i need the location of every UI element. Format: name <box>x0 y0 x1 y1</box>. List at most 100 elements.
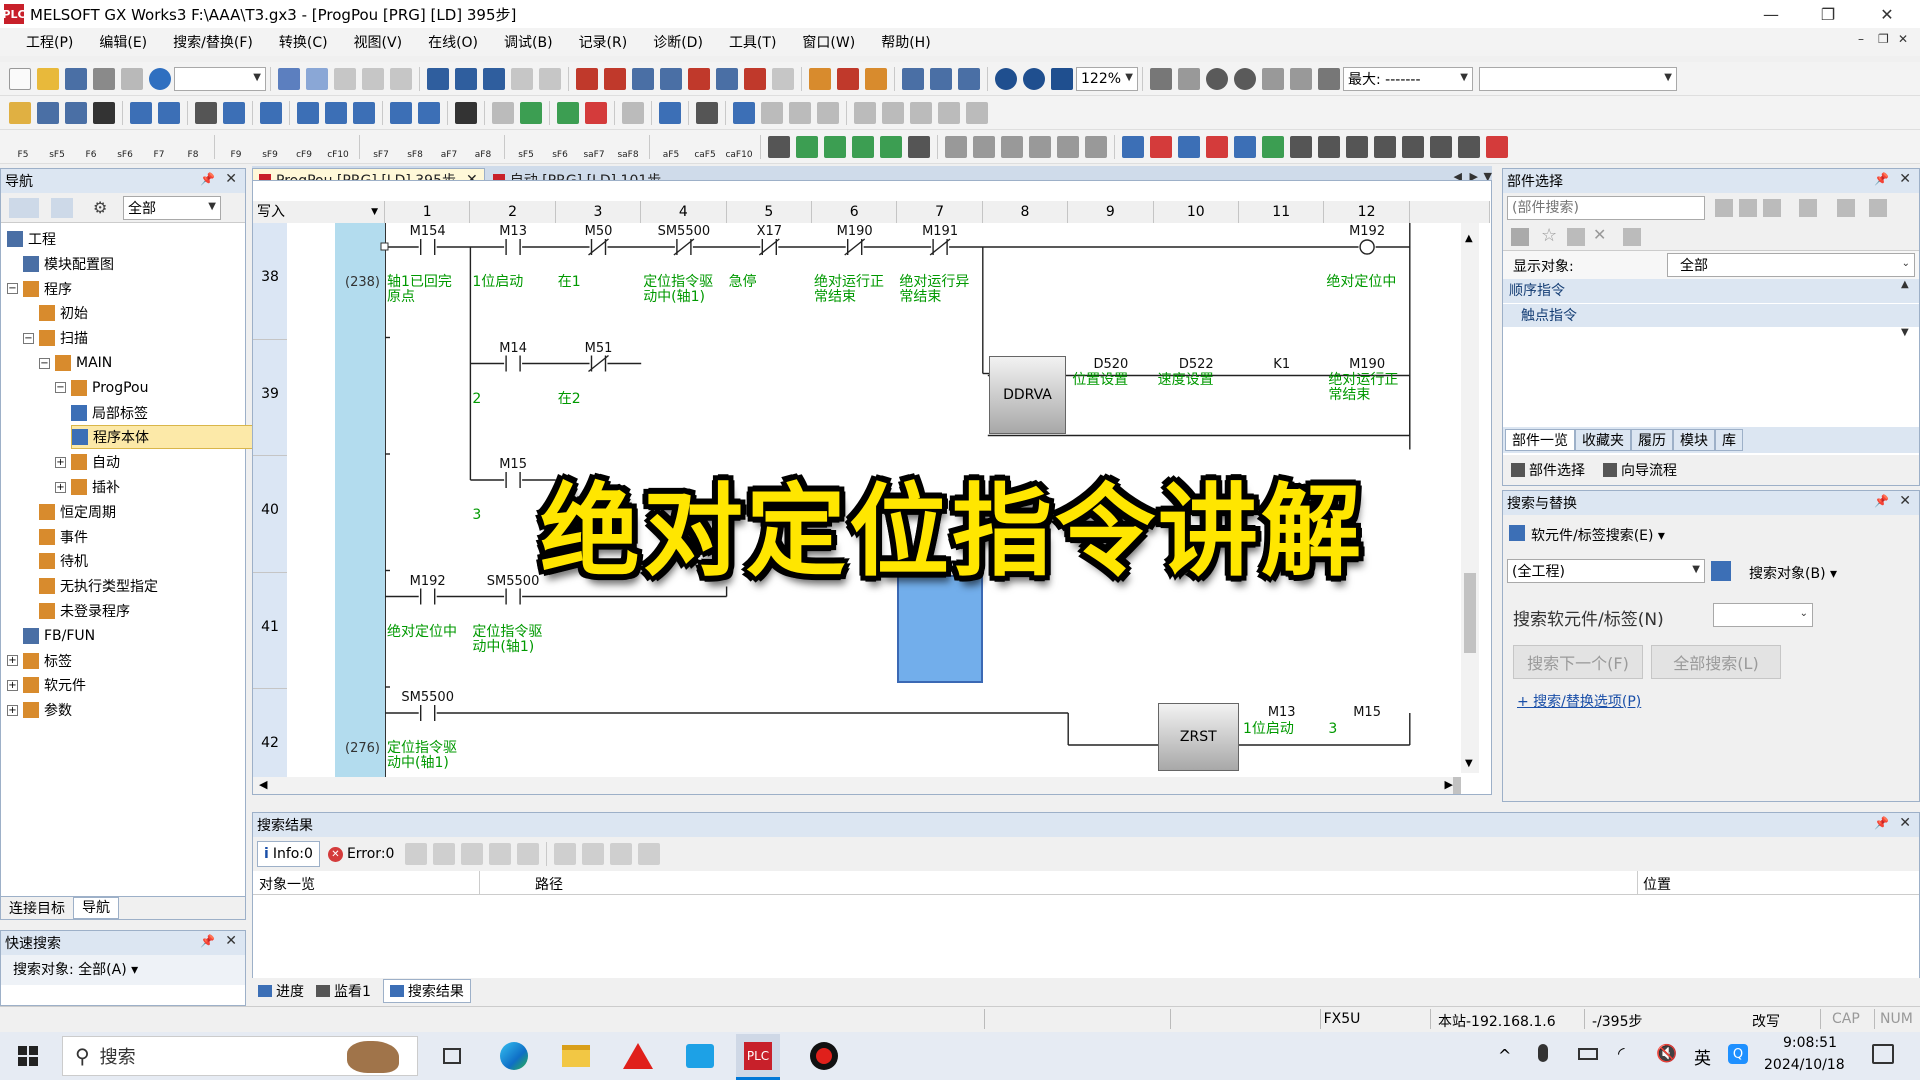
simulation-icon[interactable] <box>660 67 682 90</box>
star-icon[interactable]: ☆ <box>1541 225 1557 246</box>
rung-add-icon[interactable] <box>796 135 818 158</box>
display-note-icon[interactable] <box>353 101 375 124</box>
tree-item[interactable]: 未登录程序 <box>39 599 130 623</box>
check-icon[interactable] <box>1206 67 1228 90</box>
device-combo[interactable]: ▼ <box>174 66 266 91</box>
online-status-icon[interactable] <box>1150 67 1172 90</box>
find-next-button[interactable]: 搜索下一个(F) <box>1513 645 1643 679</box>
contact-device[interactable]: M192 <box>385 574 470 589</box>
instruction-operand[interactable]: D522 <box>1154 357 1239 372</box>
microphone-icon[interactable] <box>1538 1044 1548 1062</box>
tree-view-icon[interactable] <box>9 198 39 218</box>
split-view-icon[interactable] <box>1290 135 1312 158</box>
tree-item[interactable]: 恒定周期 <box>39 500 116 524</box>
convert-all-icon[interactable] <box>958 67 980 90</box>
jump-first-icon[interactable] <box>405 843 428 865</box>
remote-desktop-icon[interactable] <box>684 1040 716 1072</box>
align-left-icon[interactable] <box>1122 135 1144 158</box>
delete-horizontal-button[interactable]: cF9 <box>291 133 317 160</box>
ddrva-instruction[interactable]: DDRVA <box>988 355 1067 434</box>
copy-icon[interactable] <box>582 843 605 865</box>
bookmark-icon[interactable] <box>492 101 514 124</box>
tree-expander-icon[interactable]: − <box>55 382 66 394</box>
instruction-button[interactable]: F8 <box>180 133 206 160</box>
vertical-scroll-thumb[interactable] <box>1464 573 1476 653</box>
layout-e-icon[interactable] <box>966 101 988 124</box>
menu-convert[interactable]: 转换(C) <box>267 32 340 52</box>
align-right-icon[interactable] <box>1150 135 1172 158</box>
vertical-line-button[interactable]: sF9 <box>257 133 283 160</box>
vertical-scrollbar[interactable]: ▲ ▼ <box>1461 223 1479 773</box>
batch-replace-icon[interactable] <box>789 101 811 124</box>
statement-edit-icon[interactable] <box>973 135 995 158</box>
monitor-stop-icon[interactable] <box>604 67 626 90</box>
rung-copy-icon[interactable] <box>880 135 902 158</box>
jump-icon[interactable] <box>455 101 477 124</box>
module-config-icon[interactable] <box>37 101 59 124</box>
write-to-plc-icon[interactable] <box>455 67 477 90</box>
subtab-wizard[interactable]: 向导流程 <box>1621 460 1677 480</box>
pin-icon[interactable]: 📌 <box>200 934 215 948</box>
close-icon[interactable]: ✕ <box>225 933 237 949</box>
paste-icon[interactable] <box>610 843 633 865</box>
contact-device[interactable]: M191 <box>897 224 982 239</box>
tree-expander-icon[interactable]: + <box>55 456 66 468</box>
tab-connection-target[interactable]: 连接目标 <box>1 898 73 918</box>
tree-expander-icon[interactable]: + <box>7 655 18 667</box>
contact-device[interactable]: X17 <box>727 224 812 239</box>
watch-start-icon[interactable] <box>837 67 859 90</box>
tree-item[interactable]: 无执行类型指定 <box>39 574 158 598</box>
col-position[interactable]: 位置 <box>1643 874 1671 894</box>
tab-history[interactable]: 履历 <box>1631 429 1673 451</box>
tree-item[interactable]: + 自动 <box>55 450 120 474</box>
tree-item[interactable]: + 软元件 <box>7 673 86 697</box>
scope-settings-icon[interactable] <box>1711 561 1731 581</box>
project-tree-icon[interactable] <box>9 101 31 124</box>
tree-item[interactable]: − ProgPou <box>55 376 148 400</box>
search-target-dropdown[interactable]: 搜索对象(B) ▾ <box>1749 563 1837 583</box>
gx-works3-taskbar-icon[interactable]: PLC <box>736 1034 780 1080</box>
menu-project[interactable]: 工程(P) <box>14 32 85 52</box>
falling-pulse-button[interactable]: sF8 <box>402 133 428 160</box>
pin-icon[interactable]: 📌 <box>200 172 215 186</box>
tree-item[interactable]: FB/FUN <box>23 624 95 648</box>
instruction-operand[interactable]: M15 <box>1324 705 1409 720</box>
task-view-icon[interactable] <box>436 1040 468 1072</box>
adobe-acrobat-icon[interactable] <box>622 1040 654 1072</box>
layout-d-icon[interactable] <box>938 101 960 124</box>
help-icon[interactable] <box>149 67 171 90</box>
online-write-icon[interactable] <box>539 67 561 90</box>
inline-edit-icon[interactable] <box>622 101 644 124</box>
buffer-memory-icon[interactable] <box>223 101 245 124</box>
subtab-parts-select[interactable]: 部件选择 <box>1529 460 1585 480</box>
pin-icon[interactable]: 📌 <box>1874 494 1889 508</box>
find-instruction-icon[interactable] <box>418 101 440 124</box>
search-icon[interactable] <box>733 101 755 124</box>
search-next-icon[interactable] <box>1763 199 1781 217</box>
cross-reference-icon[interactable] <box>902 67 924 90</box>
quick-search-target[interactable]: 搜索对象: 全部(A) ▾ <box>1 955 245 985</box>
menu-edit[interactable]: 编辑(E) <box>87 32 159 52</box>
display-comment-icon[interactable] <box>297 101 319 124</box>
tab-navigation[interactable]: 导航 <box>73 897 119 919</box>
contact-device[interactable]: SM5500 <box>641 224 726 239</box>
breakpoint-icon[interactable] <box>1486 135 1508 158</box>
change-contact-icon[interactable] <box>817 101 839 124</box>
close-icon[interactable]: ✕ <box>1899 171 1911 187</box>
tab-favorites[interactable]: 收藏夹 <box>1575 429 1631 451</box>
instruction-operand[interactable]: M190 <box>1324 357 1409 372</box>
instruction-operand[interactable]: M13 <box>1239 705 1324 720</box>
tree-item[interactable]: 事件 <box>39 525 88 549</box>
zoom-out-icon[interactable] <box>1023 67 1045 90</box>
instruction-operand[interactable]: D520 <box>1068 357 1153 372</box>
menu-window[interactable]: 窗口(W) <box>790 32 867 52</box>
jump-next-icon[interactable] <box>461 843 484 865</box>
pin-icon[interactable]: 📌 <box>1874 816 1889 830</box>
layout-a-icon[interactable] <box>854 101 876 124</box>
copy-icon[interactable] <box>306 67 328 90</box>
monitor-start-icon[interactable] <box>576 67 598 90</box>
menu-debug[interactable]: 调试(B) <box>492 32 565 52</box>
cpu-module-icon[interactable] <box>93 101 115 124</box>
watch-stop-icon[interactable] <box>865 67 887 90</box>
contact-device[interactable]: M192 <box>1324 224 1409 239</box>
